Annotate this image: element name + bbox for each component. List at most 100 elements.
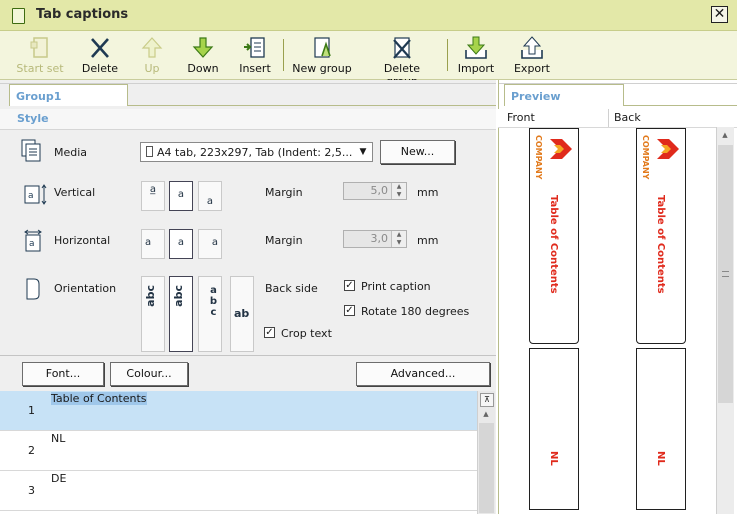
font-button[interactable]: Font... xyxy=(22,362,104,386)
title-bar: Tab captions ✕ xyxy=(0,0,737,31)
back-side-label: Back side xyxy=(265,282,318,295)
down-button[interactable]: Down xyxy=(184,33,222,77)
orientation-option-2[interactable]: abc xyxy=(169,276,193,352)
toolbar: Start set Delete Up Down Insert New grou… xyxy=(0,31,737,88)
tab-baseline xyxy=(624,105,737,106)
close-button[interactable]: ✕ xyxy=(711,6,728,23)
delete-icon xyxy=(91,38,109,58)
vertical-margin-input[interactable]: 5,0 ▲ ▼ xyxy=(343,182,407,200)
caption-row[interactable]: 2 NL xyxy=(0,431,477,471)
page-icon xyxy=(146,146,153,157)
vertical-align-icon: a xyxy=(24,184,47,205)
back-tab-1: COMPANY Table of Contents xyxy=(636,128,686,344)
orientation-option-text: ab xyxy=(234,307,250,320)
preview-scrollbar[interactable]: ▲ xyxy=(716,127,734,514)
orientation-option-text: abc xyxy=(172,285,185,307)
orientation-option-4[interactable]: ab xyxy=(230,276,254,352)
arrow-up-icon xyxy=(141,37,163,58)
horizontal-center-option[interactable]: a xyxy=(169,229,193,259)
delete-group-button[interactable]: Delete group xyxy=(368,33,436,88)
front-tab-2: NL xyxy=(529,348,579,510)
new-group-button[interactable]: New group xyxy=(292,33,352,77)
company-text: COMPANY xyxy=(534,135,543,180)
back-caption-2: NL xyxy=(655,451,666,466)
grip-icon xyxy=(722,271,729,277)
media-icon xyxy=(21,139,41,162)
horizontal-left-option[interactable]: a xyxy=(141,229,165,259)
caption-list: 1 Table of Contents 2 NL 3 DE xyxy=(0,391,477,514)
row-caption[interactable]: DE xyxy=(51,472,66,485)
export-button[interactable]: Export xyxy=(512,33,552,77)
horizontal-right-option[interactable]: a xyxy=(198,229,222,259)
spin-arrows-icon: ▲ ▼ xyxy=(391,231,406,247)
insert-button[interactable]: Insert xyxy=(236,33,274,77)
back-caption-1: Table of Contents xyxy=(655,195,666,294)
up-button[interactable]: Up xyxy=(134,33,170,77)
insert-label: Insert xyxy=(239,62,271,75)
orientation-option-1[interactable]: abc xyxy=(141,276,165,352)
preview-columns-header: Front Back xyxy=(498,109,737,128)
advanced-button[interactable]: Advanced... xyxy=(356,362,490,386)
start-set-button[interactable]: Start set xyxy=(14,33,66,77)
delete-button[interactable]: Delete xyxy=(78,33,122,77)
up-label: Up xyxy=(144,62,160,75)
down-label: Down xyxy=(187,62,219,75)
media-label: Media xyxy=(54,146,88,159)
vertical-margin-value: 5,0 xyxy=(370,184,389,197)
crop-text-checkbox[interactable]: ✓ xyxy=(264,327,275,338)
horizontal-unit: mm xyxy=(417,234,439,247)
scroll-top-icon[interactable]: ⊼ xyxy=(480,393,494,407)
orientation-option-text: abc xyxy=(144,285,157,307)
back-tab-2: NL xyxy=(636,348,686,510)
tab-preview[interactable]: Preview xyxy=(504,84,624,106)
caption-list-scrollbar[interactable]: ⊼ ▲ xyxy=(477,391,495,514)
spin-arrows-icon: ▲ ▼ xyxy=(391,183,406,199)
scrollbar-thumb[interactable] xyxy=(479,423,494,513)
caption-row[interactable]: 3 DE xyxy=(0,471,477,511)
new-group-icon xyxy=(314,37,331,58)
import-button[interactable]: Import xyxy=(456,33,496,77)
orientation-option-3[interactable]: abc xyxy=(198,276,222,352)
divider xyxy=(0,355,496,356)
print-caption-checkbox[interactable]: ✓ xyxy=(344,280,355,291)
vertical-center-option[interactable]: a xyxy=(169,181,193,211)
import-label: Import xyxy=(457,62,495,75)
row-number: 3 xyxy=(28,484,35,497)
vertical-top-option[interactable]: a̲ xyxy=(141,181,165,211)
front-caption-2: NL xyxy=(548,451,559,466)
back-label: Back xyxy=(614,111,641,124)
orientation-option-text: abc xyxy=(208,285,219,318)
new-media-button[interactable]: New... xyxy=(380,140,455,164)
company-text: COMPANY xyxy=(641,135,650,180)
colour-button[interactable]: Colour... xyxy=(110,362,188,386)
caption-row[interactable]: 1 Table of Contents xyxy=(0,391,477,431)
export-label: Export xyxy=(513,62,550,75)
start-set-icon xyxy=(30,37,48,58)
row-caption[interactable]: Table of Contents xyxy=(51,392,147,405)
vertical-unit: mm xyxy=(417,186,439,199)
scroll-up-icon[interactable]: ▲ xyxy=(719,129,731,141)
horizontal-label: Horizontal xyxy=(54,234,111,247)
tab-baseline xyxy=(128,105,496,106)
print-caption-label: Print caption xyxy=(361,280,431,293)
crop-text-label: Crop text xyxy=(281,327,332,340)
insert-icon xyxy=(244,37,265,58)
import-icon xyxy=(465,36,487,59)
row-number: 2 xyxy=(28,444,35,457)
start-set-label: Start set xyxy=(16,62,64,75)
row-number: 1 xyxy=(28,404,35,417)
horizontal-margin-input[interactable]: 3,0 ▲ ▼ xyxy=(343,230,407,248)
vertical-bottom-option[interactable]: a xyxy=(198,181,222,211)
scroll-up-icon[interactable]: ▲ xyxy=(480,408,492,420)
media-select[interactable]: A4 tab, 223x297, Tab (Indent: 2,5... ▼ xyxy=(140,142,373,162)
horizontal-margin-label: Margin xyxy=(265,234,303,247)
rotate-checkbox[interactable]: ✓ xyxy=(344,305,355,316)
orientation-icon xyxy=(26,278,40,300)
toolbar-separator xyxy=(447,39,448,71)
row-caption[interactable]: NL xyxy=(51,432,65,445)
document-icon xyxy=(12,8,25,24)
arrow-down-icon xyxy=(192,37,214,58)
tab-group1[interactable]: Group1 xyxy=(9,84,128,106)
front-caption-1: Table of Contents xyxy=(548,195,559,294)
delete-group-icon xyxy=(393,37,411,59)
